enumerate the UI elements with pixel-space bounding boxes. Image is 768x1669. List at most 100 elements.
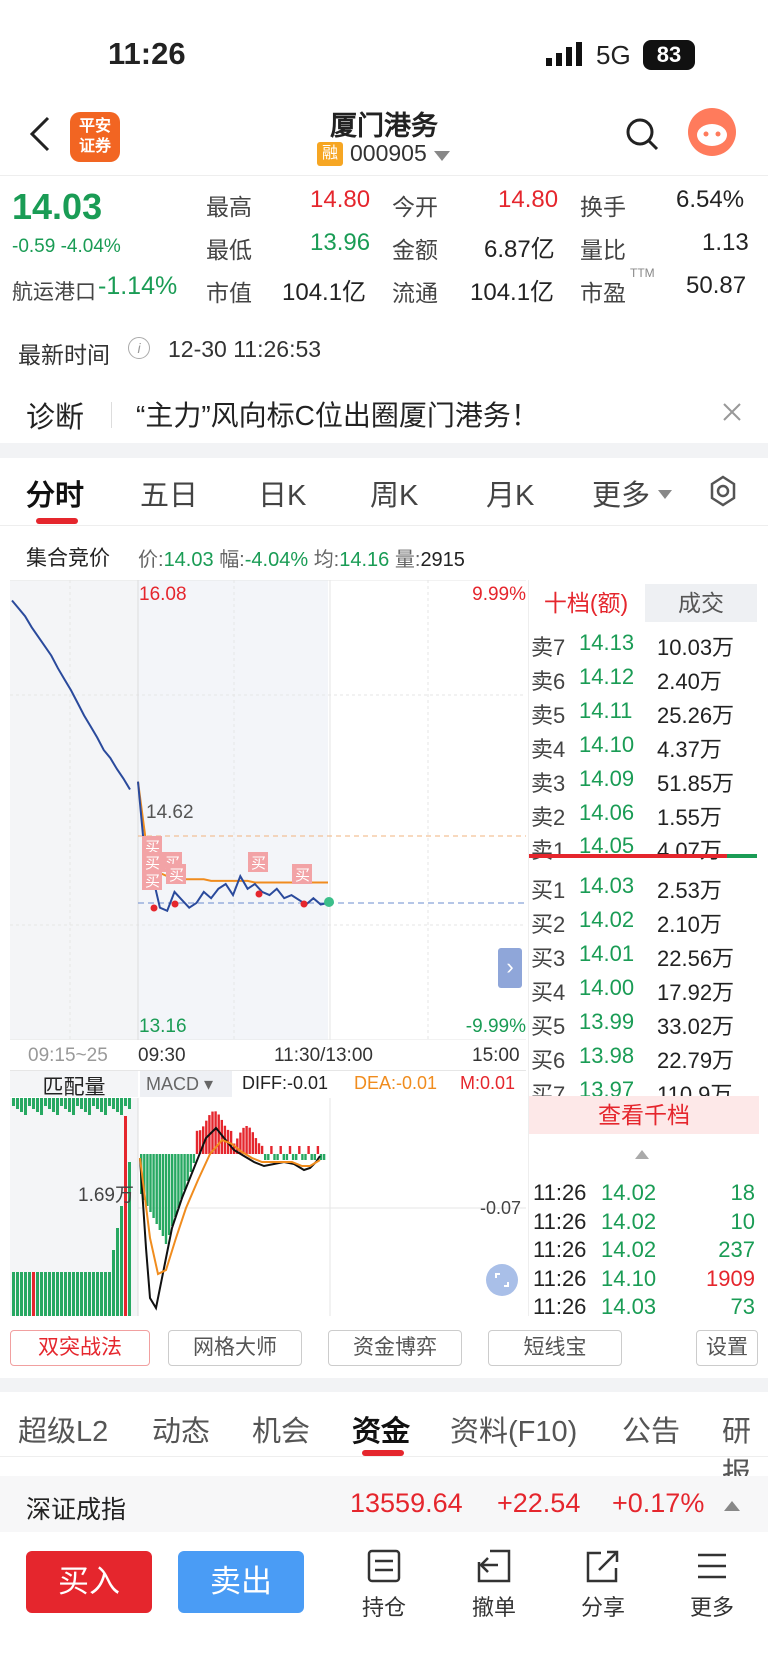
tab-more[interactable]: 更多 [592, 472, 650, 514]
tab-intraday[interactable]: 分时 [26, 472, 84, 514]
macd-bar [189, 1154, 192, 1172]
bid-row[interactable]: 买4 14.00 17.92万 [529, 971, 763, 1005]
more-button[interactable]: 更多 [672, 1548, 752, 1622]
gear-icon[interactable] [706, 474, 740, 513]
avatar[interactable] [688, 108, 736, 156]
expand-panel-button[interactable]: › [498, 948, 522, 988]
stock-code[interactable]: 000905 [350, 140, 427, 167]
intraday-chart[interactable]: 买 买 买 买 买 买 买 16.08 14.62 13.16 9.99% -9… [10, 579, 526, 1041]
macd-bar [313, 1154, 316, 1160]
strategy-fund-game[interactable]: 资金博弈 [328, 1330, 462, 1366]
bid-row[interactable]: 买1 14.03 2.53万 [529, 869, 763, 903]
tab-funds[interactable]: 资金 [352, 1408, 410, 1450]
ask-row[interactable]: 卖3 14.09 51.85万 [529, 762, 763, 796]
tab-trades[interactable]: 成交 [645, 584, 757, 622]
tab-news[interactable]: 动态 [152, 1408, 210, 1450]
indicator-select[interactable]: MACD ▾ [140, 1071, 232, 1097]
sell-button[interactable]: 卖出 [178, 1551, 304, 1613]
tab-daily-k[interactable]: 日K [258, 472, 306, 514]
section-gap [0, 443, 768, 458]
macd-bar [264, 1154, 267, 1160]
match-volume-top-bar [72, 1098, 75, 1115]
buy-point [300, 900, 308, 908]
index-ticker[interactable]: 深证成指 13559.64 +22.54 +0.17% [0, 1476, 768, 1532]
share-icon [586, 1550, 619, 1583]
buy-marker: 买 [166, 864, 186, 884]
stock-header: 平安 证券 厦门港务 融 000905 [0, 100, 768, 176]
caret-up-icon[interactable] [724, 1498, 740, 1516]
ask-row[interactable]: 卖4 14.10 4.37万 [529, 728, 763, 762]
strategy-short-term[interactable]: 短线宝 [488, 1330, 622, 1366]
tab-opportunity[interactable]: 机会 [252, 1408, 310, 1450]
cancel-order-button[interactable]: 撤单 [454, 1548, 534, 1622]
tab-weekly-k[interactable]: 周K [370, 472, 418, 514]
ask-row[interactable]: 卖5 14.11 25.26万 [529, 694, 763, 728]
index-name: 深证成指 [26, 1496, 127, 1524]
battery-icon: 83 [643, 40, 695, 70]
caret-up-icon[interactable] [635, 1146, 649, 1164]
tab-monthly-k[interactable]: 月K [486, 472, 534, 514]
y-axis-top: 16.08 [139, 584, 187, 605]
search-icon[interactable] [624, 116, 660, 157]
buy-point [255, 890, 263, 898]
level-amount: 4.37万 [657, 736, 722, 762]
level-label: 买5 [531, 1013, 566, 1039]
macd-bar [155, 1154, 158, 1224]
bid-row[interactable]: 买2 14.02 2.10万 [529, 903, 763, 937]
macd-bar [301, 1154, 304, 1160]
x-label-midday: 11:30/13:00 [274, 1045, 373, 1066]
level-price: 13.98 [579, 1042, 635, 1068]
low-value: 13.96 [310, 229, 371, 256]
match-volume-top-bar [124, 1098, 127, 1106]
match-volume-bar [108, 1272, 111, 1316]
match-volume-bar [92, 1272, 95, 1316]
sector-name[interactable]: 航运港口 [12, 276, 96, 306]
holdings-label: 持仓 [361, 1595, 406, 1620]
macd-bar [152, 1154, 155, 1218]
strategy-settings[interactable]: 设置 [696, 1330, 758, 1366]
info-icon[interactable]: i [128, 337, 150, 359]
strategy-grid-master[interactable]: 网格大师 [168, 1330, 302, 1366]
diagnosis-text[interactable]: “主力”风向标C位出圈厦门港务！ [136, 394, 539, 434]
bid-row[interactable]: 买6 13.98 22.79万 [529, 1039, 763, 1073]
trade-volume: 73 [730, 1294, 755, 1319]
fullscreen-icon[interactable] [486, 1264, 518, 1296]
bid-row[interactable]: 买3 14.01 22.56万 [529, 937, 763, 971]
status-time: 11:26 [108, 36, 186, 71]
more-label: 更多 [689, 1595, 734, 1620]
holdings-button[interactable]: 持仓 [344, 1548, 424, 1622]
macd-bar [146, 1154, 149, 1206]
tab-five-day[interactable]: 五日 [140, 472, 198, 514]
pct-axis-top: 9.99% [472, 584, 526, 605]
caret-down-icon[interactable] [434, 148, 450, 166]
tab-super-l2[interactable]: 超级L2 [18, 1408, 108, 1450]
macd-bar [217, 1114, 220, 1154]
match-volume-bar [96, 1272, 99, 1316]
match-volume-top-bar [64, 1098, 67, 1109]
macd-bar [307, 1146, 310, 1154]
auction-vol-label: 量: [394, 549, 421, 571]
tab-f10[interactable]: 资料(F10) [450, 1408, 577, 1450]
tab-announcements[interactable]: 公告 [622, 1408, 680, 1450]
trade-time: 11:26 [533, 1180, 587, 1205]
view-1000-levels-button[interactable]: 查看千档 [529, 1096, 759, 1134]
caret-down-icon[interactable] [658, 486, 672, 504]
trade-volume: 237 [718, 1237, 755, 1262]
level-price: 14.01 [579, 941, 635, 967]
share-button[interactable]: 分享 [563, 1548, 643, 1622]
diagnosis-label: 诊断 [26, 402, 85, 434]
level-amount: 22.79万 [657, 1047, 735, 1073]
level-price: 14.03 [579, 873, 635, 899]
status-bar: 11:26 5G 83 [0, 0, 768, 110]
ask-row[interactable]: 卖7 14.13 10.03万 [529, 626, 763, 660]
tab-ten-levels[interactable]: 十档(额) [529, 584, 643, 622]
bid-row[interactable]: 买5 13.99 33.02万 [529, 1005, 763, 1039]
index-pct: +0.17% [612, 1488, 705, 1518]
ask-row[interactable]: 卖2 14.06 1.55万 [529, 796, 763, 830]
macd-bar [322, 1154, 326, 1160]
chart-tabs: 分时 五日 日K 周K 月K 更多 [0, 458, 768, 526]
buy-button[interactable]: 买入 [26, 1551, 152, 1613]
close-icon[interactable] [722, 402, 742, 427]
strategy-double-break[interactable]: 双突战法 [10, 1330, 150, 1366]
ask-row[interactable]: 卖6 14.12 2.40万 [529, 660, 763, 694]
